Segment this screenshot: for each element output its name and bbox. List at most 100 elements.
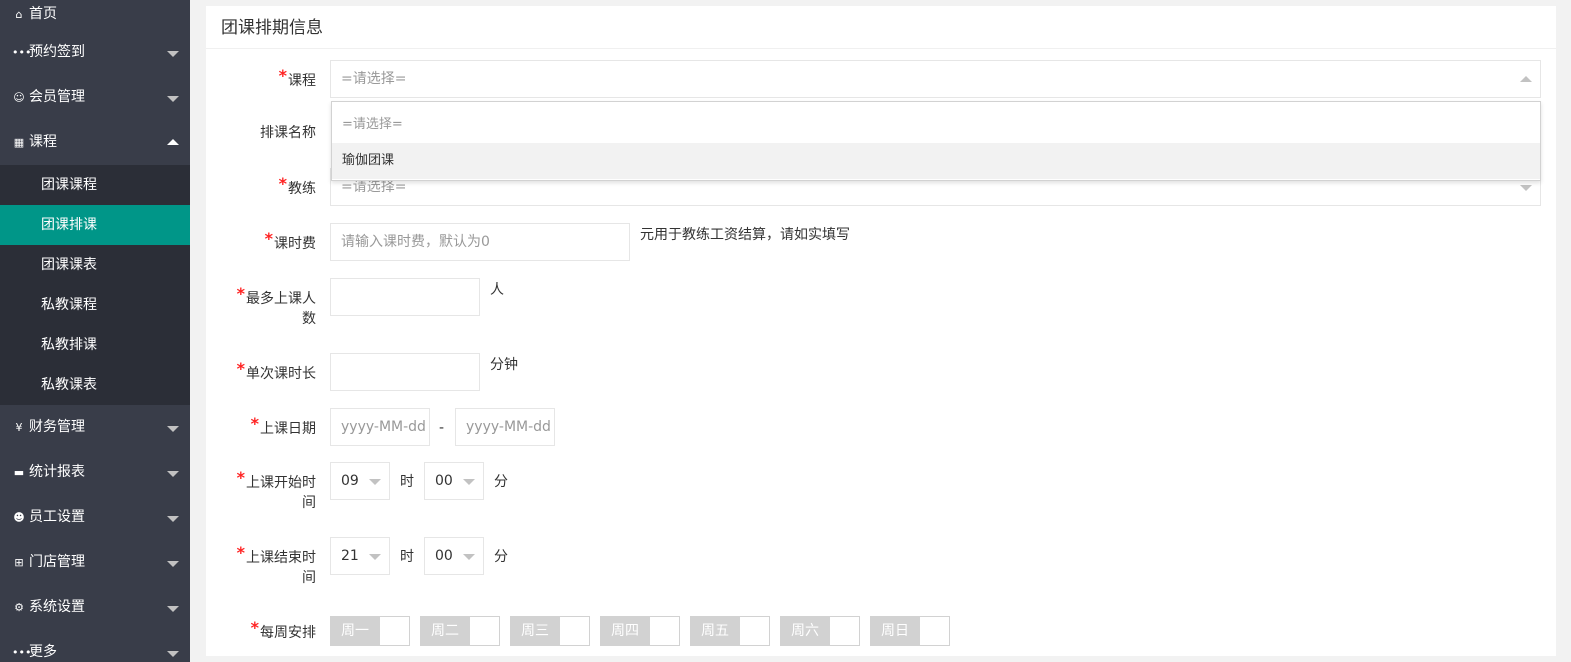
weekday-checkbox-sat[interactable]: 周六 [780, 616, 860, 646]
nav-finance[interactable]: ¥ 财务管理 [0, 405, 190, 450]
start-hour-value: 09 [341, 473, 359, 489]
subnav-item-private-timetable[interactable]: 私教课表 [0, 365, 190, 405]
start-date-input[interactable]: yyyy-MM-dd [330, 408, 430, 446]
required-mark: * [236, 543, 245, 562]
chevron-down-icon [463, 479, 475, 485]
start-time-label-line1: 上课开始时 [246, 475, 316, 491]
nav-reports[interactable]: ▬ 统计报表 [0, 450, 190, 495]
nav-settings[interactable]: ⚙ 系统设置 [0, 585, 190, 630]
home-icon: ⌂ [15, 8, 23, 21]
fee-label: *课时费 [220, 229, 316, 254]
nav-staff[interactable]: ☻ 员工设置 [0, 495, 190, 540]
dropdown-option-yoga[interactable]: 瑜伽团课 [332, 143, 1540, 179]
weekday-checkbox-wed[interactable]: 周三 [510, 616, 590, 646]
course-label: *课程 [220, 66, 316, 91]
duration-input[interactable] [330, 353, 480, 391]
course-select-value: =请选择= [341, 71, 407, 87]
weekday-label: 周二 [421, 617, 470, 645]
required-mark: * [250, 414, 259, 433]
max-people-label-line2: 数 [302, 311, 316, 327]
chevron-down-icon [167, 650, 179, 657]
chevron-up-icon [167, 138, 179, 145]
sidebar: ⌂ 首页 •••预约签到 ☺ 会员管理 ▦ 课程 团课课程 团课排课 团课课表 私教课… [0, 0, 190, 662]
weekday-label: 周六 [781, 617, 830, 645]
end-time-label-line2: 间 [302, 570, 316, 586]
nav-settings-label: 系统设置 [29, 599, 85, 615]
end-date-placeholder: yyyy-MM-dd [466, 419, 551, 435]
end-minute-select[interactable]: 00 [424, 537, 484, 575]
required-mark: * [250, 618, 259, 637]
weekday-checkbox-thu[interactable]: 周四 [600, 616, 680, 646]
subnav-item-group-schedule[interactable]: 团课排课 [0, 205, 190, 245]
end-hour-select[interactable]: 21 [330, 537, 390, 575]
subnav-item-private-course[interactable]: 私教课程 [0, 285, 190, 325]
course-subnav: 团课课程 团课排课 团课课表 私教课程 私教排课 私教课表 [0, 165, 190, 405]
weekday-checkbox-mon[interactable]: 周一 [330, 616, 410, 646]
chevron-down-icon [167, 515, 179, 522]
end-hour-value: 21 [341, 548, 359, 564]
coach-label-text: 教练 [288, 181, 316, 197]
weekday-checkbox-fri[interactable]: 周五 [690, 616, 770, 646]
required-mark: * [278, 174, 287, 193]
more-dots-icon: ••• [12, 46, 32, 59]
nav-staff-label: 员工设置 [29, 509, 85, 525]
weekday-checkbox-sun[interactable]: 周日 [870, 616, 950, 646]
start-hour-select[interactable]: 09 [330, 462, 390, 500]
users-icon: ☻ [13, 511, 25, 524]
chevron-down-icon [167, 50, 179, 57]
end-date-input[interactable]: yyyy-MM-dd [455, 408, 555, 446]
more-dots-icon: ••• [12, 646, 32, 659]
required-mark: * [236, 468, 245, 487]
dropdown-option-placeholder[interactable]: =请选择= [332, 107, 1540, 143]
store-icon: ⊞ [14, 556, 24, 569]
nav-more-label: 更多 [29, 644, 57, 660]
weekday-label: 周日 [871, 617, 920, 645]
weekday-label: 周三 [511, 617, 560, 645]
nav-booking-label: 预约签到 [29, 44, 85, 60]
nav-home[interactable]: ⌂ 首页 [0, 0, 190, 30]
nav-store[interactable]: ⊞ 门店管理 [0, 540, 190, 585]
fee-input-placeholder: 请输入课时费，默认为0 [341, 234, 490, 250]
fee-hint: 元用于教练工资结算，请如实填写 [640, 227, 850, 243]
weekday-label: 周五 [691, 617, 740, 645]
weekday-label: 周四 [601, 617, 650, 645]
date-label: *上课日期 [220, 414, 316, 439]
fee-label-text: 课时费 [274, 236, 316, 252]
weekly-label: *每周安排 [220, 618, 316, 643]
max-people-label-line1: 最多上课人 [246, 291, 316, 307]
start-time-label-line2: 间 [302, 495, 316, 511]
chevron-down-icon [167, 605, 179, 612]
nav-more[interactable]: •••更多 [0, 630, 190, 662]
nav-finance-label: 财务管理 [29, 419, 85, 435]
gear-icon: ⚙ [14, 601, 24, 614]
course-dropdown: =请选择= 瑜伽团课 [331, 101, 1541, 181]
required-mark: * [278, 66, 287, 85]
weekday-checkbox-tue[interactable]: 周二 [420, 616, 500, 646]
main-panel: 团课排期信息 *课程 =请选择= =请选择= 瑜伽团课 排课名称 *教练 =请选… [206, 6, 1556, 656]
date-label-text: 上课日期 [260, 421, 316, 437]
coach-label: *教练 [220, 174, 316, 199]
course-select[interactable]: =请选择= [330, 60, 1541, 98]
nav-course-label: 课程 [29, 134, 57, 150]
start-minute-select[interactable]: 00 [424, 462, 484, 500]
max-people-input[interactable] [330, 278, 480, 316]
nav-store-label: 门店管理 [29, 554, 85, 570]
duration-label-text: 单次课时长 [246, 366, 316, 382]
subnav-item-group-course[interactable]: 团课课程 [0, 165, 190, 205]
chevron-down-icon [167, 470, 179, 477]
chevron-down-icon [369, 479, 381, 485]
nav-members[interactable]: ☺ 会员管理 [0, 75, 190, 120]
required-mark: * [236, 284, 245, 303]
nav-course[interactable]: ▦ 课程 [0, 120, 190, 165]
required-mark: * [236, 359, 245, 378]
chevron-up-icon [1520, 76, 1532, 82]
fee-input[interactable]: 请输入课时费，默认为0 [330, 223, 630, 261]
page-title: 团课排期信息 [206, 6, 1556, 49]
nav-booking[interactable]: •••预约签到 [0, 30, 190, 75]
start-time-label: *上课开始时间 [220, 468, 316, 513]
subnav-item-private-schedule[interactable]: 私教排课 [0, 325, 190, 365]
chevron-down-icon [167, 560, 179, 567]
chevron-down-icon [1520, 185, 1532, 191]
subnav-item-group-timetable[interactable]: 团课课表 [0, 245, 190, 285]
max-people-unit: 人 [490, 282, 504, 298]
